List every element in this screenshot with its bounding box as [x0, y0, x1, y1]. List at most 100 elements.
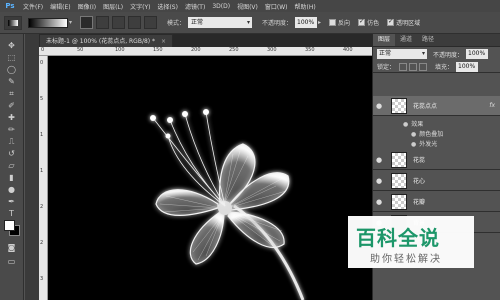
stamp-tool-icon[interactable]: ⎍	[5, 136, 18, 147]
brush-tool-icon[interactable]: ✏	[5, 124, 18, 135]
menu-type[interactable]: 文字(Y)	[130, 2, 150, 11]
marquee-tool-icon[interactable]: ⬚	[5, 52, 18, 63]
effect-row[interactable]: ● 颜色叠加	[411, 129, 443, 138]
ruler-label: 2	[40, 204, 44, 210]
watermark-subtitle: 助你轻松解决	[370, 254, 442, 265]
reflected-gradient-button[interactable]	[128, 16, 141, 29]
blur-tool-icon[interactable]: ●	[5, 184, 18, 195]
layer-opacity-input[interactable]: 100%	[466, 49, 489, 59]
layer-name: 花瓣	[413, 199, 426, 206]
eraser-tool-icon[interactable]: ▱	[5, 160, 18, 171]
lock-pixels-icon[interactable]	[399, 62, 408, 71]
tab-paths[interactable]: 路径	[417, 34, 439, 46]
checkbox-box	[329, 19, 337, 26]
layer-row[interactable]: ● 花蕊点点 fx	[373, 96, 500, 116]
fill-input[interactable]: 100%	[456, 61, 479, 72]
foreground-color-swatch[interactable]	[4, 220, 15, 231]
chevron-down-icon[interactable]: ▾	[69, 18, 77, 28]
gradient-swatch[interactable]	[28, 17, 68, 28]
canvas[interactable]	[48, 56, 372, 300]
horizontal-ruler[interactable]: 0 50 100 150 200 250 300 350 400	[39, 47, 372, 56]
radial-gradient-button[interactable]	[96, 16, 109, 29]
layer-row[interactable]: ● 花心	[373, 171, 500, 191]
diamond-gradient-button[interactable]	[144, 16, 157, 29]
tool-preset-picker[interactable]	[4, 15, 22, 30]
lock-all-icon[interactable]	[419, 62, 428, 71]
fx-icon[interactable]: fx	[489, 102, 495, 109]
screen-mode-icon[interactable]: ▭	[5, 256, 18, 267]
crop-tool-icon[interactable]: ⌗	[5, 88, 18, 99]
reverse-checkbox[interactable]: 反向	[329, 18, 350, 27]
blend-mode-select[interactable]: 正常	[377, 49, 427, 59]
linear-gradient-button[interactable]	[80, 16, 93, 29]
ruler-label: 250	[229, 47, 239, 53]
flower-artwork	[150, 109, 305, 300]
type-tool-icon[interactable]: T	[5, 208, 18, 219]
menu-3d[interactable]: 3D(D)	[212, 3, 230, 10]
effect-name: 外发光	[419, 141, 438, 148]
ruler-label: 2	[40, 240, 44, 246]
lasso-tool-icon[interactable]: ◯	[5, 64, 18, 75]
dither-label: 仿色	[367, 20, 380, 27]
document-tab[interactable]: 未标题-1 @ 100% (花蕊点点, RGB/8) * ×	[39, 34, 173, 47]
chevron-right-icon[interactable]: ▸	[318, 19, 321, 26]
tab-channels[interactable]: 通道	[395, 34, 417, 46]
menu-view[interactable]: 视图(V)	[237, 2, 258, 11]
menu-filter[interactable]: 滤镜(T)	[185, 2, 205, 11]
close-icon[interactable]: ×	[161, 38, 166, 45]
eye-icon[interactable]: ●	[411, 141, 416, 148]
quick-select-tool-icon[interactable]: ✎	[5, 76, 18, 87]
eye-icon[interactable]: ●	[373, 102, 385, 110]
layer-row[interactable]: ● 花蕊	[373, 150, 500, 170]
ruler-label: 300	[267, 47, 277, 53]
color-swatches[interactable]	[4, 220, 20, 236]
layer-thumbnail	[391, 172, 407, 189]
layer-name: 花心	[413, 178, 426, 185]
eye-icon[interactable]: ●	[411, 131, 416, 138]
menu-layer[interactable]: 图层(L)	[103, 2, 123, 11]
menu-file[interactable]: 文件(F)	[23, 2, 43, 11]
angle-gradient-button[interactable]	[112, 16, 125, 29]
layer-row[interactable]: ● 花瓣	[373, 192, 500, 212]
photoshop-logo: Ps	[5, 1, 15, 10]
layer-thumbnail	[391, 97, 407, 114]
opacity-input[interactable]: 100%	[295, 17, 318, 28]
layer-thumbnail	[391, 193, 407, 210]
menu-window[interactable]: 窗口(W)	[265, 2, 288, 11]
quick-mask-icon[interactable]: ◙	[5, 242, 18, 253]
fill-label: 填充：	[435, 64, 454, 71]
eyedropper-tool-icon[interactable]: ✐	[5, 100, 18, 111]
eye-icon[interactable]: ●	[373, 156, 385, 164]
petal	[155, 189, 219, 216]
lock-position-icon[interactable]	[409, 62, 418, 71]
pen-tool-icon[interactable]: ✒	[5, 196, 18, 207]
menu-bar: Ps 文件(F) 编辑(E) 图像(I) 图层(L) 文字(Y) 选择(S) 滤…	[0, 0, 500, 12]
eye-icon[interactable]: ●	[403, 121, 408, 128]
history-brush-tool-icon[interactable]: ↺	[5, 148, 18, 159]
ruler-label: 400	[343, 47, 353, 53]
menu-edit[interactable]: 编辑(E)	[50, 2, 70, 11]
menu-help[interactable]: 帮助(H)	[295, 2, 316, 11]
layer-thumbnail	[391, 151, 407, 168]
vertical-ruler[interactable]: 0 5 1 1 2 2 3	[39, 56, 48, 300]
menu-select[interactable]: 选择(S)	[157, 2, 178, 11]
move-tool-icon[interactable]: ✥	[5, 40, 18, 51]
eye-icon[interactable]: ●	[373, 198, 385, 206]
ruler-label: 50	[77, 47, 84, 53]
menu-image[interactable]: 图像(I)	[78, 2, 96, 11]
dither-checkbox[interactable]: 仿色	[358, 18, 379, 27]
eye-icon[interactable]: ●	[373, 177, 385, 185]
gradient-tool-icon[interactable]: ▮	[5, 172, 18, 183]
layer-name: 花蕊点点	[413, 103, 438, 110]
ruler-label: 150	[153, 47, 163, 53]
effects-row[interactable]: ● 效果	[403, 119, 423, 128]
mode-label: 模式：	[167, 20, 186, 27]
transparency-label: 透明区域	[396, 20, 421, 27]
mode-select[interactable]: 正常	[188, 17, 253, 28]
effect-row[interactable]: ● 外发光	[411, 139, 437, 148]
tab-layers[interactable]: 图层	[373, 34, 396, 46]
opacity-label: 不透明度：	[262, 20, 293, 27]
healing-brush-tool-icon[interactable]: ✚	[5, 112, 18, 123]
transparency-checkbox[interactable]: 透明区域	[387, 18, 420, 27]
panel-gutter	[25, 34, 39, 300]
